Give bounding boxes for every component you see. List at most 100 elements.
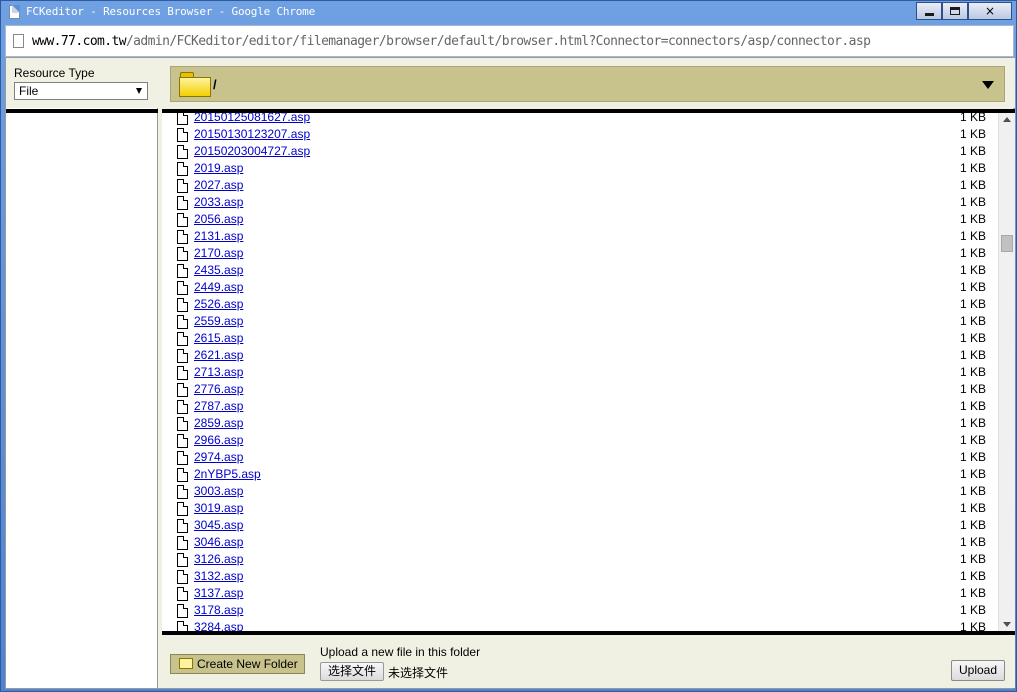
file-row: 20150130123207.asp 1 KB [162, 126, 996, 143]
close-button[interactable]: × [968, 2, 1012, 20]
window-controls: × [916, 2, 1012, 20]
resource-type-panel: Resource Type File [6, 58, 158, 108]
file-link[interactable]: 3137.asp [194, 585, 243, 602]
file-link[interactable]: 2776.asp [194, 381, 243, 398]
file-size: 1 KB [959, 113, 986, 124]
file-link[interactable]: 2526.asp [194, 296, 243, 313]
file-row: 2966.asp 1 KB [162, 432, 996, 449]
file-icon [177, 247, 188, 261]
file-row: 3019.asp 1 KB [162, 500, 996, 517]
file-icon [177, 434, 188, 448]
scroll-down-icon[interactable] [1003, 622, 1011, 627]
scroll-up-icon[interactable] [1003, 117, 1011, 122]
file-size: 1 KB [959, 399, 986, 413]
file-row: 2526.asp 1 KB [162, 296, 996, 313]
chevron-down-icon [136, 88, 142, 94]
file-size: 1 KB [959, 348, 986, 362]
file-link[interactable]: 2974.asp [194, 449, 243, 466]
file-icon [177, 366, 188, 380]
title-bar[interactable]: FCKeditor - Resources Browser - Google C… [1, 1, 1016, 23]
file-link[interactable]: 2056.asp [194, 211, 243, 228]
left-pane: Resource Type File [6, 58, 158, 688]
file-link[interactable]: 3046.asp [194, 534, 243, 551]
file-icon [177, 587, 188, 601]
file-size: 1 KB [959, 433, 986, 447]
file-icon [177, 128, 188, 142]
file-link[interactable]: 2170.asp [194, 245, 243, 262]
maximize-icon [950, 7, 960, 15]
file-link[interactable]: 2713.asp [194, 364, 243, 381]
file-size: 1 KB [959, 416, 986, 430]
file-link[interactable]: 20150130123207.asp [194, 126, 310, 143]
file-icon [177, 315, 188, 329]
minimize-button[interactable] [916, 2, 942, 20]
file-row: 3045.asp 1 KB [162, 517, 996, 534]
file-row: 2027.asp 1 KB [162, 177, 996, 194]
file-size: 1 KB [959, 195, 986, 209]
file-link[interactable]: 3126.asp [194, 551, 243, 568]
file-icon [177, 621, 188, 631]
create-new-folder-button[interactable]: Create New Folder [170, 654, 305, 674]
resource-type-value: File [19, 84, 39, 98]
file-size: 1 KB [959, 501, 986, 515]
file-link[interactable]: 2621.asp [194, 347, 243, 364]
file-link[interactable]: 2615.asp [194, 330, 243, 347]
file-icon [177, 179, 188, 193]
file-link[interactable]: 2859.asp [194, 415, 243, 432]
choose-file-button[interactable]: 选择文件 [320, 662, 384, 681]
file-row: 2435.asp 1 KB [162, 262, 996, 279]
file-link[interactable]: 3132.asp [194, 568, 243, 585]
file-link[interactable]: 20150203004727.asp [194, 143, 310, 160]
file-list: 20150125081627.asp 1 KB 20150130123207.asp… [162, 113, 1015, 631]
file-icon [177, 230, 188, 244]
file-icon [177, 349, 188, 363]
file-link[interactable]: 2787.asp [194, 398, 243, 415]
resource-type-label: Resource Type [14, 66, 95, 80]
url-text[interactable]: www.77.com.tw/admin/FCKeditor/editor/fil… [32, 34, 871, 49]
file-icon [177, 400, 188, 414]
file-icon [177, 383, 188, 397]
file-link[interactable]: 2033.asp [194, 194, 243, 211]
file-link[interactable]: 2131.asp [194, 228, 243, 245]
file-link[interactable]: 2027.asp [194, 177, 243, 194]
file-size: 1 KB [959, 178, 986, 192]
file-link[interactable]: 3045.asp [194, 517, 243, 534]
file-link[interactable]: 2966.asp [194, 432, 243, 449]
file-icon [177, 281, 188, 295]
file-icon [177, 113, 188, 125]
file-row: 2713.asp 1 KB [162, 364, 996, 381]
file-row: 2615.asp 1 KB [162, 330, 996, 347]
file-row: 3178.asp 1 KB [162, 602, 996, 619]
file-link[interactable]: 3178.asp [194, 602, 243, 619]
file-link[interactable]: 3019.asp [194, 500, 243, 517]
file-row: 2621.asp 1 KB [162, 347, 996, 364]
upload-button[interactable]: Upload [951, 660, 1005, 681]
file-link[interactable]: 2019.asp [194, 160, 243, 177]
file-row: 2559.asp 1 KB [162, 313, 996, 330]
path-header: / [162, 58, 1015, 108]
scroll-thumb[interactable] [1001, 235, 1013, 252]
maximize-button[interactable] [942, 2, 968, 20]
file-size: 1 KB [959, 450, 986, 464]
file-row: 3284.asp 1 KB [162, 619, 996, 631]
chevron-down-icon[interactable] [982, 81, 994, 89]
browser-window: FCKeditor - Resources Browser - Google C… [0, 0, 1017, 692]
file-link[interactable]: 2nYBP5.asp [194, 466, 261, 483]
file-link[interactable]: 20150125081627.asp [194, 113, 310, 126]
current-path: / [213, 77, 217, 92]
file-link[interactable]: 2449.asp [194, 279, 243, 296]
file-link[interactable]: 2559.asp [194, 313, 243, 330]
current-folder-bar[interactable]: / [170, 66, 1005, 102]
scrollbar[interactable] [998, 113, 1015, 631]
file-link[interactable]: 2435.asp [194, 262, 243, 279]
file-size: 1 KB [959, 263, 986, 277]
file-icon [177, 604, 188, 618]
file-row: 2170.asp 1 KB [162, 245, 996, 262]
file-icon [177, 553, 188, 567]
address-bar[interactable]: www.77.com.tw/admin/FCKeditor/editor/fil… [5, 25, 1014, 57]
file-row: 2776.asp 1 KB [162, 381, 996, 398]
file-link[interactable]: 3284.asp [194, 619, 243, 631]
resource-type-select[interactable]: File [14, 82, 148, 100]
file-link[interactable]: 3003.asp [194, 483, 243, 500]
file-size: 1 KB [959, 365, 986, 379]
